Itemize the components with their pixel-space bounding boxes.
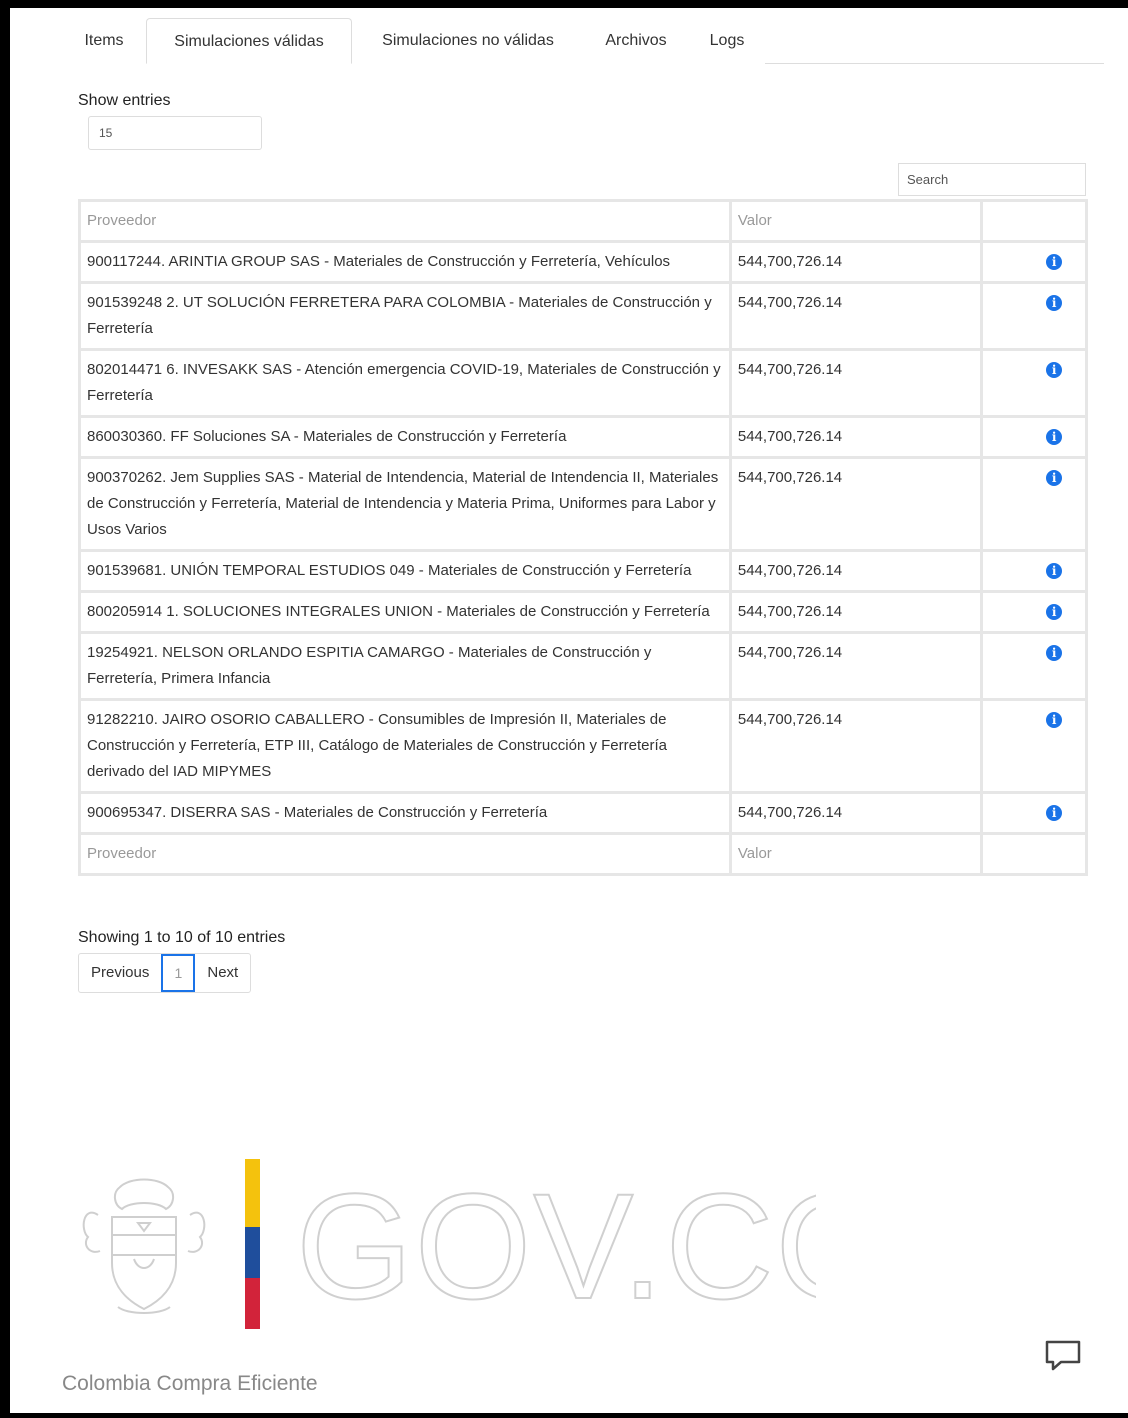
cell-action: i <box>980 456 1088 552</box>
providers-table: Proveedor Valor 900117244. ARINTIA GROUP… <box>78 199 1088 876</box>
cell-proveedor: 19254921. NELSON ORLANDO ESPITIA CAMARGO… <box>78 631 732 701</box>
entries-per-page-select[interactable]: 15 <box>88 116 262 150</box>
table-footer-row: Proveedor Valor <box>78 832 1088 876</box>
previous-page-button[interactable]: Previous <box>79 954 161 992</box>
cell-action: i <box>980 590 1088 634</box>
cell-proveedor: 900695347. DISERRA SAS - Materiales de C… <box>78 791 732 835</box>
tab-simulaciones-validas[interactable]: Simulaciones válidas <box>146 18 352 64</box>
cell-action: i <box>980 240 1088 284</box>
cell-action: i <box>980 698 1088 794</box>
footer-actions <box>980 832 1088 876</box>
flag-yellow-band <box>245 1159 260 1227</box>
tab-bar-divider <box>765 63 1104 64</box>
cell-valor: 544,700,726.14 <box>728 348 984 418</box>
footer-proveedor: Proveedor <box>78 832 732 876</box>
cell-valor: 544,700,726.14 <box>728 281 984 351</box>
cell-valor: 544,700,726.14 <box>728 590 984 634</box>
colombia-flag-bar <box>245 1159 260 1329</box>
pagination: Previous 1 Next <box>78 953 252 993</box>
header-proveedor[interactable]: Proveedor <box>78 199 732 243</box>
show-entries-label: Show entries <box>78 92 171 109</box>
cell-action: i <box>980 631 1088 701</box>
table-info: Showing 1 to 10 of 10 entries <box>78 929 286 946</box>
tab-items[interactable]: Items <box>80 18 128 64</box>
info-circle-icon[interactable]: i <box>1046 604 1063 620</box>
table-row: 901539681. UNIÓN TEMPORAL ESTUDIOS 049 -… <box>78 549 1088 593</box>
cell-valor: 544,700,726.14 <box>728 631 984 701</box>
chat-bubble-icon[interactable] <box>1043 1338 1083 1374</box>
window-border-left <box>0 0 10 1418</box>
table-row: 800205914 1. SOLUCIONES INTEGRALES UNION… <box>78 590 1088 634</box>
cell-valor: 544,700,726.14 <box>728 240 984 284</box>
info-circle-icon[interactable]: i <box>1046 645 1063 661</box>
cell-action: i <box>980 549 1088 593</box>
cell-proveedor: 901539681. UNIÓN TEMPORAL ESTUDIOS 049 -… <box>78 549 732 593</box>
tab-bar: Items Simulaciones válidas Simulaciones … <box>62 18 1104 64</box>
govco-logo-text: GOV.CO <box>296 1180 816 1310</box>
header-valor[interactable]: Valor <box>728 199 984 243</box>
colombia-coat-of-arms-logo <box>82 1178 206 1314</box>
cell-valor: 544,700,726.14 <box>728 549 984 593</box>
cell-proveedor: 901539248 2. UT SOLUCIÓN FERRETERA PARA … <box>78 281 732 351</box>
tab-logs[interactable]: Logs <box>708 18 746 64</box>
cell-valor: 544,700,726.14 <box>728 415 984 459</box>
cell-proveedor: 91282210. JAIRO OSORIO CABALLERO - Consu… <box>78 698 732 794</box>
cell-action: i <box>980 415 1088 459</box>
info-circle-icon[interactable]: i <box>1046 712 1063 728</box>
page-number-button[interactable]: 1 <box>161 954 196 992</box>
info-circle-icon[interactable]: i <box>1046 470 1063 486</box>
info-circle-icon[interactable]: i <box>1046 429 1063 445</box>
next-page-button[interactable]: Next <box>195 954 250 992</box>
table-row: 900117244. ARINTIA GROUP SAS - Materiale… <box>78 240 1088 284</box>
table-row: 802014471 6. INVESAKK SAS - Atención eme… <box>78 348 1088 418</box>
cell-proveedor: 900370262. Jem Supplies SAS - Material d… <box>78 456 732 552</box>
search-input[interactable] <box>898 163 1086 196</box>
govco-logo: GOV.CO <box>296 1180 816 1310</box>
cell-action: i <box>980 348 1088 418</box>
table-row: 91282210. JAIRO OSORIO CABALLERO - Consu… <box>78 698 1088 794</box>
tab-archivos[interactable]: Archivos <box>600 18 672 64</box>
table-row: 19254921. NELSON ORLANDO ESPITIA CAMARGO… <box>78 631 1088 701</box>
cell-action: i <box>980 281 1088 351</box>
cell-proveedor: 802014471 6. INVESAKK SAS - Atención eme… <box>78 348 732 418</box>
info-circle-icon[interactable]: i <box>1046 563 1063 579</box>
table-row: 900370262. Jem Supplies SAS - Material d… <box>78 456 1088 552</box>
table-header-row: Proveedor Valor <box>78 199 1088 243</box>
table-row: 900695347. DISERRA SAS - Materiales de C… <box>78 791 1088 835</box>
cell-valor: 544,700,726.14 <box>728 456 984 552</box>
info-circle-icon[interactable]: i <box>1046 295 1063 311</box>
window-border-bottom <box>0 1413 1128 1418</box>
info-circle-icon[interactable]: i <box>1046 254 1063 270</box>
flag-blue-band <box>245 1227 260 1278</box>
cell-proveedor: 800205914 1. SOLUCIONES INTEGRALES UNION… <box>78 590 732 634</box>
table-row: 860030360. FF Soluciones SA - Materiales… <box>78 415 1088 459</box>
table-row: 901539248 2. UT SOLUCIÓN FERRETERA PARA … <box>78 281 1088 351</box>
footer-brand-text: Colombia Compra Eficiente <box>62 1372 318 1395</box>
footer-valor: Valor <box>728 832 984 876</box>
cell-proveedor: 900117244. ARINTIA GROUP SAS - Materiale… <box>78 240 732 284</box>
cell-valor: 544,700,726.14 <box>728 791 984 835</box>
tab-simulaciones-no-validas[interactable]: Simulaciones no válidas <box>370 18 566 64</box>
cell-action: i <box>980 791 1088 835</box>
header-actions <box>980 199 1088 243</box>
cell-proveedor: 860030360. FF Soluciones SA - Materiales… <box>78 415 732 459</box>
info-circle-icon[interactable]: i <box>1046 805 1063 821</box>
info-circle-icon[interactable]: i <box>1046 362 1063 378</box>
cell-valor: 544,700,726.14 <box>728 698 984 794</box>
window-border-top <box>0 0 1128 8</box>
flag-red-band <box>245 1278 260 1329</box>
